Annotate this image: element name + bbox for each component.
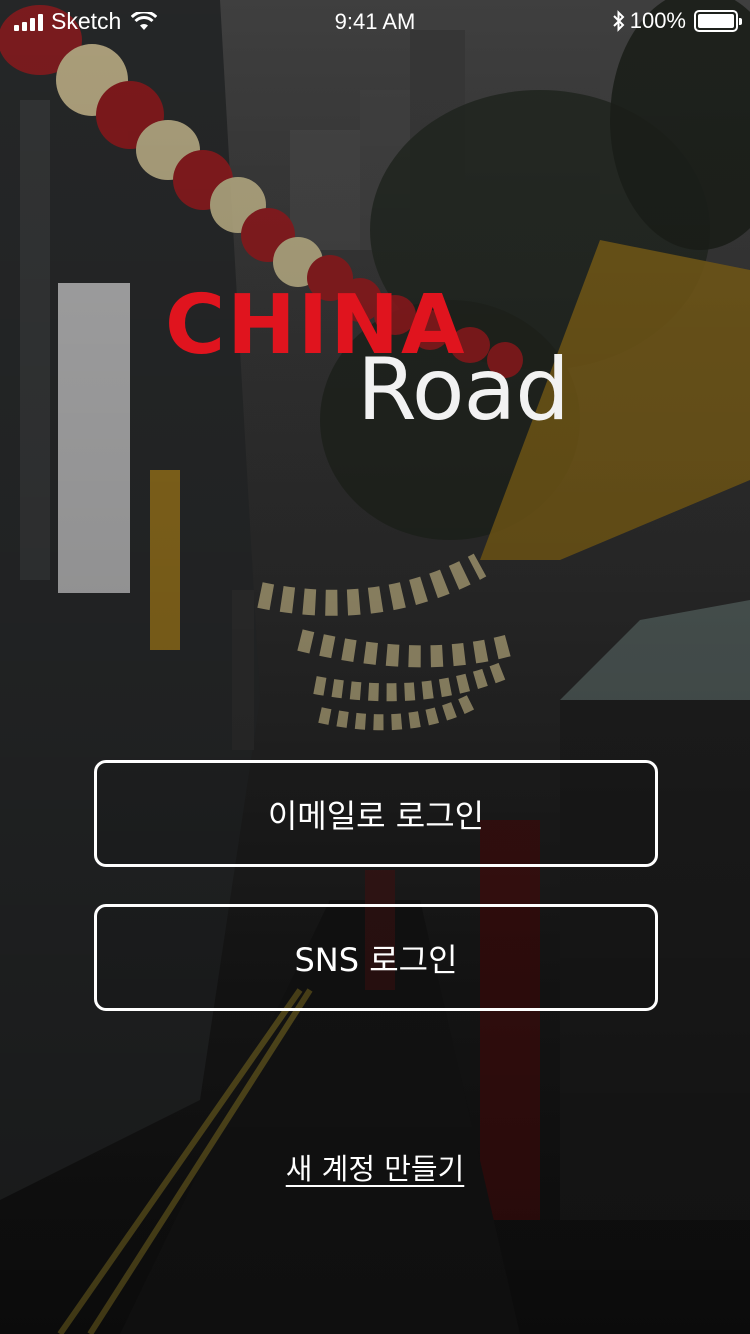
logo-road-text: Road bbox=[357, 340, 570, 440]
battery-level-fill bbox=[698, 14, 734, 28]
bluetooth-icon bbox=[613, 10, 625, 32]
email-login-button[interactable]: 이메일로 로그인 bbox=[94, 760, 658, 867]
create-account-link[interactable]: 새 계정 만들기 bbox=[286, 1152, 465, 1186]
sns-login-button[interactable]: SNS 로그인 bbox=[94, 904, 658, 1011]
battery-percent: 100% bbox=[629, 8, 686, 33]
dark-overlay bbox=[0, 0, 750, 1334]
status-bar: Sketch 9:41 AM 100% bbox=[0, 0, 750, 40]
background-photo bbox=[0, 0, 750, 1334]
battery-icon bbox=[694, 10, 742, 32]
signup-container: 새 계정 만들기 bbox=[0, 1146, 750, 1188]
app-logo: CHINA Road bbox=[165, 285, 575, 445]
status-right: 100% bbox=[612, 8, 742, 34]
